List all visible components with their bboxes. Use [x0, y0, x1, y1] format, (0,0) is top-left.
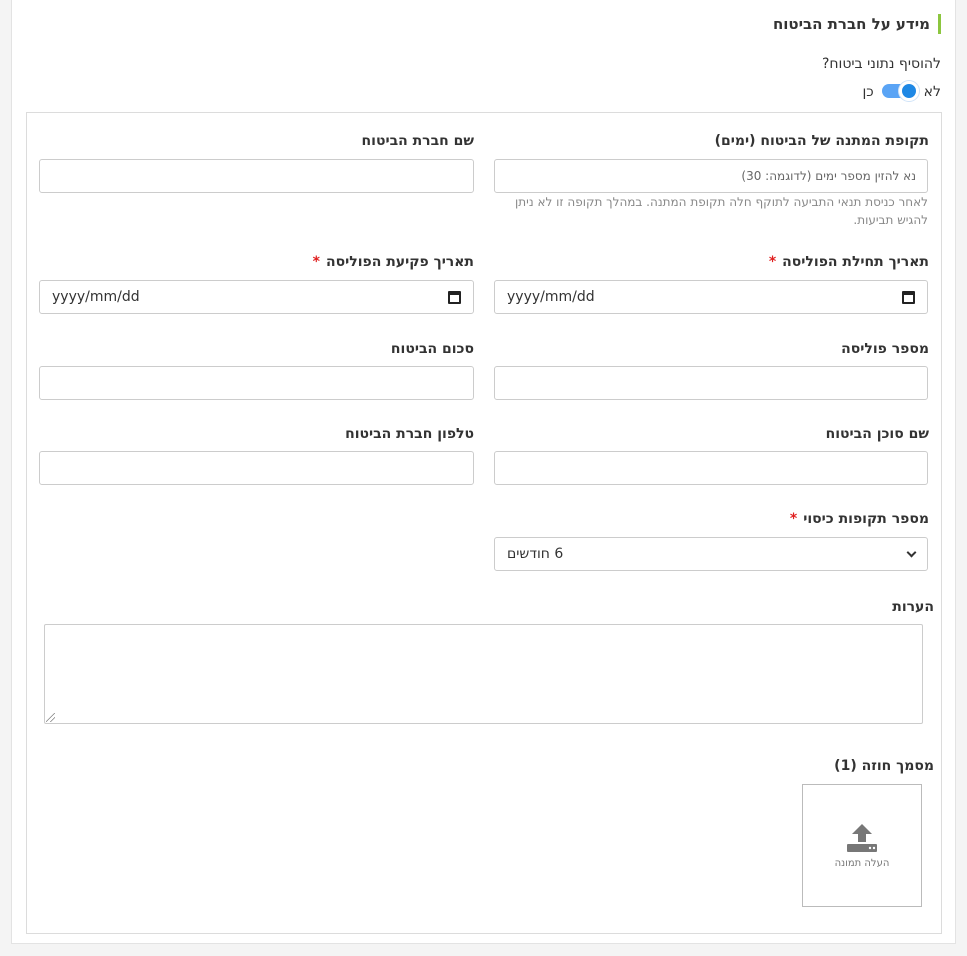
policy-number-input[interactable]: [494, 366, 928, 400]
insurance-card: מידע על חברת הביטוח להוסיף נתוני ביטוח? …: [11, 0, 956, 944]
toggle-no-label: לא: [923, 84, 941, 100]
policy-end-label: תאריך פקיעת הפוליסה*: [312, 254, 474, 270]
insurance-amount-input[interactable]: [39, 366, 474, 400]
notes-textarea[interactable]: [44, 624, 923, 724]
policy-number-label: מספר פוליסה: [841, 341, 929, 357]
company-name-label: שם חברת הביטוח: [361, 133, 474, 149]
company-name-input[interactable]: [39, 159, 474, 193]
agent-name-label: שם סוכן הביטוח: [825, 426, 929, 442]
insurance-toggle-row: לא כן: [862, 81, 941, 102]
policy-end-value: yyyy/mm/dd: [52, 289, 140, 305]
required-mark: *: [768, 254, 777, 270]
toggle-knob[interactable]: [898, 81, 919, 101]
agent-name-input[interactable]: [494, 451, 928, 485]
toggle-yes-label: כן: [862, 84, 874, 100]
required-mark: *: [789, 511, 798, 527]
grace-period-hint: לאחר כניסת תנאי התביעה לתוקף חלה תקופת ה…: [515, 195, 928, 227]
company-phone-input[interactable]: [39, 451, 474, 485]
add-insurance-toggle[interactable]: [881, 81, 919, 101]
upload-icon: [847, 824, 877, 852]
policy-start-value: yyyy/mm/dd: [507, 289, 595, 305]
coverage-periods-value: 6 חודשים: [507, 546, 564, 562]
coverage-periods-label: מספר תקופות כיסוי*: [789, 511, 929, 527]
contract-upload[interactable]: העלה תמונה: [802, 784, 922, 907]
calendar-icon[interactable]: [448, 290, 461, 304]
contract-label: מסמך חוזה (1): [834, 758, 934, 774]
company-phone-label: טלפון חברת הביטוח: [345, 426, 474, 442]
upload-caption: העלה תמונה: [834, 858, 890, 869]
coverage-periods-select[interactable]: 6 חודשים: [494, 537, 928, 571]
resize-handle[interactable]: [46, 713, 55, 722]
section-title: מידע על חברת הביטוח: [773, 14, 941, 34]
add-insurance-question: להוסיף נתוני ביטוח?: [821, 56, 941, 72]
calendar-icon[interactable]: [902, 290, 915, 304]
insurance-amount-label: סכום הביטוח: [390, 341, 474, 357]
grace-period-input[interactable]: [494, 159, 928, 193]
required-mark: *: [312, 254, 320, 270]
chevron-down-icon[interactable]: [906, 547, 917, 557]
insurance-form: תקופת המתנה של הביטוח (ימים) לאחר כניסת …: [26, 112, 942, 934]
notes-label: הערות: [892, 599, 934, 615]
grace-period-label: תקופת המתנה של הביטוח (ימים): [714, 133, 929, 149]
policy-start-label: תאריך תחילת הפוליסה*: [768, 254, 929, 270]
policy-start-date-input[interactable]: yyyy/mm/dd: [494, 280, 928, 314]
policy-end-date-input[interactable]: yyyy/mm/dd: [39, 280, 474, 314]
